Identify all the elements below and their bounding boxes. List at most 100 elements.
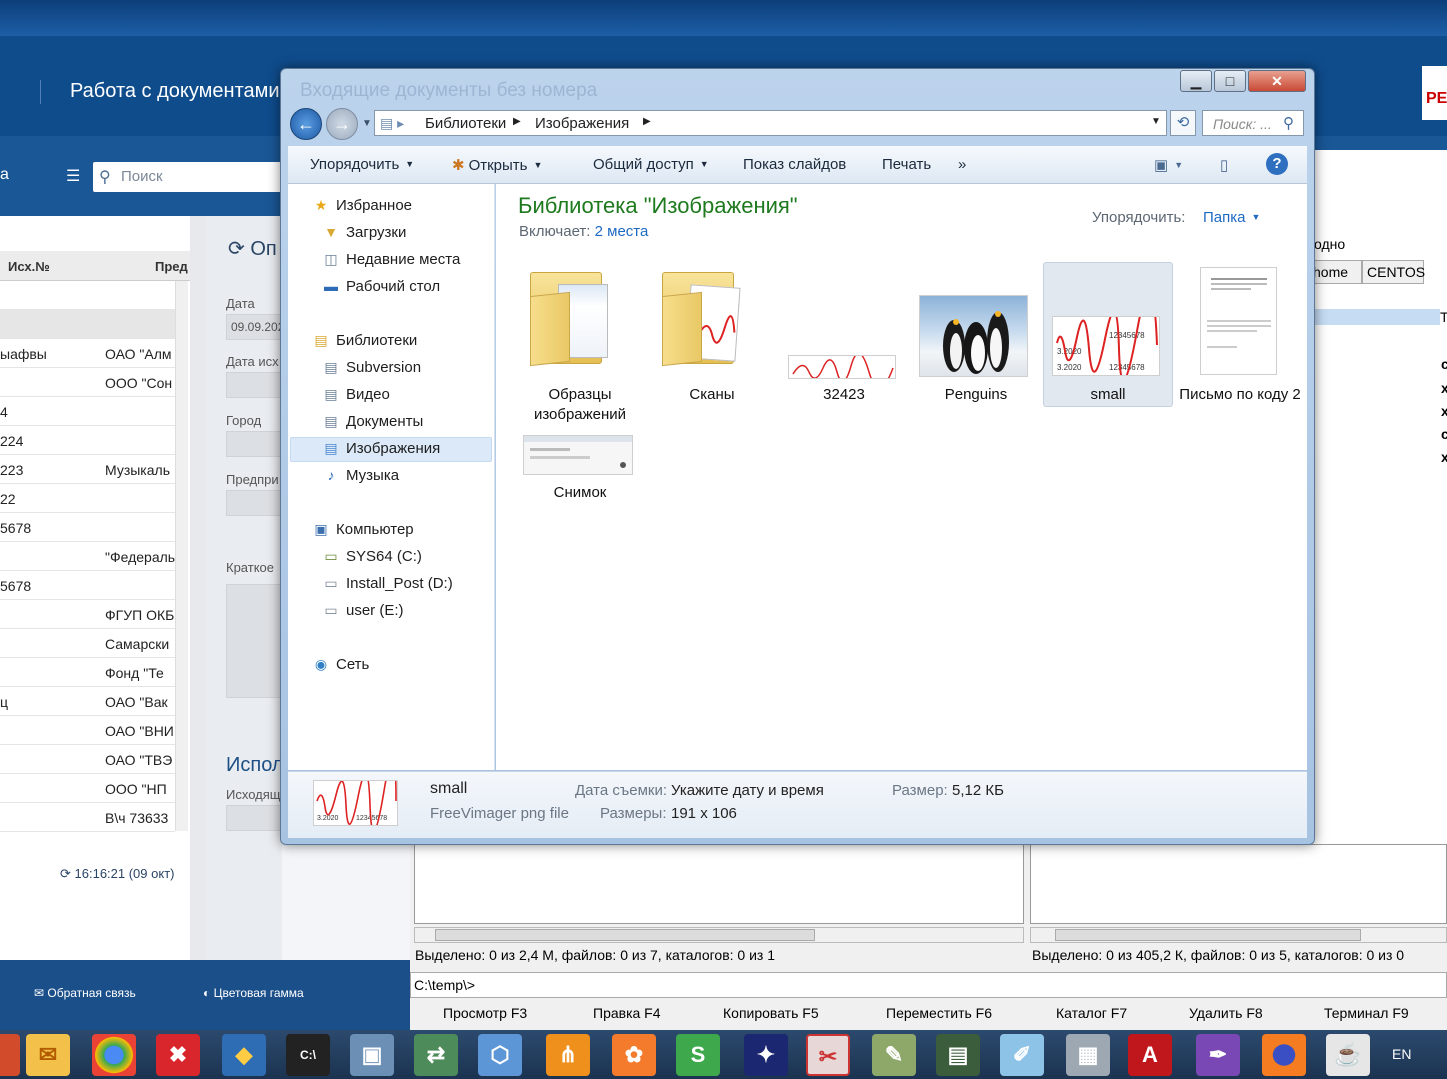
outdate-field[interactable]: [226, 372, 286, 398]
table-row[interactable]: [0, 310, 175, 339]
nav-subversion[interactable]: ▤ Subversion: [322, 359, 421, 376]
maximize-button[interactable]: □: [1214, 70, 1246, 92]
breadcrumb-arrow-icon[interactable]: ▶: [513, 116, 521, 127]
column-header-number[interactable]: Исх.№: [8, 259, 50, 274]
table-row[interactable]: ООО "Сон: [0, 368, 175, 397]
table-row[interactable]: 5678: [0, 571, 175, 600]
network-tool-icon[interactable]: ⇄: [414, 1034, 458, 1076]
nav-downloads[interactable]: ▼ Загрузки: [322, 224, 406, 241]
language-indicator[interactable]: EN: [1392, 1046, 1411, 1062]
calculator-icon[interactable]: ▦: [1066, 1034, 1110, 1076]
refresh-time[interactable]: ⟳ 16:16:21 (09 окт): [60, 866, 174, 882]
nav-recent[interactable]: ◫ Недавние места: [322, 251, 460, 268]
diagram-tool-icon[interactable]: ◆: [222, 1034, 266, 1076]
chrome-icon[interactable]: [92, 1034, 136, 1076]
feedback-link[interactable]: ✉ Обратная связь: [34, 986, 136, 1000]
snipping-tool-icon[interactable]: ✂: [806, 1034, 850, 1076]
folder-icon[interactable]: [530, 264, 608, 367]
nav-images[interactable]: ▤ Изображения: [322, 440, 440, 457]
nav-drive-d[interactable]: ▭ Install_Post (D:): [322, 575, 452, 592]
address-bar[interactable]: ▤ ▸ Библиотеки ▶ Изображения ▶ ▼: [374, 110, 1167, 136]
satellite-icon[interactable]: ✦: [744, 1034, 788, 1076]
nav-computer[interactable]: ▣ Компьютер: [312, 521, 413, 538]
sourcetree-icon[interactable]: ⋔: [546, 1034, 590, 1076]
minimize-button[interactable]: ▁: [1180, 70, 1212, 92]
date-field[interactable]: 09.09.202: [226, 314, 286, 340]
nav-video[interactable]: ▤ Видео: [322, 386, 389, 403]
pdf-icon[interactable]: A: [1128, 1034, 1172, 1076]
item-32423[interactable]: 32423: [781, 385, 907, 405]
share-menu[interactable]: Общий доступ ▼: [593, 156, 709, 173]
console-icon[interactable]: C:\: [286, 1034, 330, 1076]
forward-button[interactable]: →: [326, 108, 358, 140]
view-button[interactable]: Просмотр F3: [443, 1005, 527, 1021]
table-row[interactable]: 5678: [0, 513, 175, 542]
organize-menu[interactable]: Упорядочить ▼: [310, 156, 414, 173]
delete-button[interactable]: Удалить F8: [1189, 1005, 1263, 1021]
tc-drive-tab-home[interactable]: home: [1310, 260, 1362, 284]
item-penguins[interactable]: Penguins: [913, 385, 1039, 405]
pen-tool-icon[interactable]: ✒: [1196, 1034, 1240, 1076]
history-dropdown-icon[interactable]: ▼: [362, 118, 372, 129]
small-thumbnail[interactable]: 3.2020 12345678 3.2020 12345678: [1052, 316, 1160, 376]
search-box[interactable]: Поиск: ... ⚲: [1202, 110, 1304, 136]
table-row[interactable]: 4: [0, 397, 175, 426]
move-button[interactable]: Переместить F6: [886, 1005, 992, 1021]
refresh-button[interactable]: ⟲: [1170, 110, 1196, 136]
company-field[interactable]: [226, 490, 286, 516]
tc-right-hscroll[interactable]: [1030, 927, 1447, 943]
table-row[interactable]: Самарски: [0, 629, 175, 658]
slideshow-button[interactable]: Показ слайдов: [743, 156, 846, 173]
java-icon[interactable]: ☕: [1326, 1034, 1370, 1076]
mkdir-button[interactable]: Каталог F7: [1056, 1005, 1127, 1021]
includes-link[interactable]: 2 места: [595, 223, 649, 240]
nav-music[interactable]: ♪ Музыка: [322, 467, 400, 484]
tc-command-line[interactable]: C:\temp\>: [410, 972, 1447, 998]
item-snapshot[interactable]: Снимок: [517, 483, 643, 503]
city-field[interactable]: [226, 431, 286, 457]
firefox-icon[interactable]: [1262, 1034, 1306, 1076]
remote-desktop-icon[interactable]: ▣: [350, 1034, 394, 1076]
filter-icon[interactable]: ☰: [66, 166, 80, 186]
open-menu[interactable]: ✱ Открыть ▼: [452, 156, 542, 174]
color-scheme-link[interactable]: ◐ Цветовая гамма: [203, 986, 304, 1000]
close-button[interactable]: ✕: [1248, 70, 1306, 92]
item-small[interactable]: small: [1045, 385, 1171, 405]
table-row[interactable]: 223 Музыкаль: [0, 455, 175, 484]
nav-libraries[interactable]: ▤ Библиотеки: [312, 332, 417, 349]
tc-left-hscroll[interactable]: [414, 927, 1024, 943]
nav-favorites[interactable]: ★ Избранное: [312, 197, 412, 214]
table-row[interactable]: В\ч 73633: [0, 803, 175, 832]
skype-like-icon[interactable]: S: [676, 1034, 720, 1076]
address-dropdown-icon[interactable]: ▼: [1151, 116, 1161, 127]
taskbar-app-icon[interactable]: [0, 1034, 20, 1076]
table-row[interactable]: ОАО "ТВЭ: [0, 745, 175, 774]
table-row[interactable]: ФГУП ОКБ: [0, 600, 175, 629]
summary-field[interactable]: [226, 584, 286, 698]
outlook-icon[interactable]: ✉: [26, 1034, 70, 1076]
help-icon[interactable]: ?: [1266, 153, 1288, 175]
table-row[interactable]: [0, 281, 175, 310]
preview-pane-icon[interactable]: ▯: [1220, 156, 1228, 174]
more-button[interactable]: »: [958, 156, 966, 173]
breadcrumb-libraries[interactable]: Библиотеки: [425, 115, 506, 132]
nav-drive-e[interactable]: ▭ user (E:): [322, 602, 403, 619]
breadcrumb-arrow-icon[interactable]: ▶: [643, 116, 651, 127]
notepad-icon[interactable]: ✎: [872, 1034, 916, 1076]
tc-drive-tab-centos[interactable]: CENTOS: [1362, 260, 1425, 284]
folder-icon[interactable]: [662, 264, 741, 367]
image-thumbnail[interactable]: [788, 355, 896, 379]
xmind-icon[interactable]: ✖: [156, 1034, 200, 1076]
table-row[interactable]: ООО "НП: [0, 774, 175, 803]
tc-right-panel[interactable]: [1030, 844, 1447, 924]
table-scrollbar[interactable]: [175, 281, 188, 831]
item-letter[interactable]: Письмо по коду 2: [1177, 385, 1303, 405]
table-row[interactable]: ОАО "ВНИ: [0, 716, 175, 745]
back-button[interactable]: ←: [290, 108, 322, 140]
table-row[interactable]: 224: [0, 426, 175, 455]
nav-network[interactable]: ◉ Сеть: [312, 656, 369, 673]
penguins-thumbnail[interactable]: [919, 295, 1028, 377]
view-options-icon[interactable]: ▣ ▼: [1154, 156, 1183, 174]
search-input[interactable]: ⚲ Поиск: [93, 162, 293, 192]
outgoing-field[interactable]: [226, 805, 286, 831]
